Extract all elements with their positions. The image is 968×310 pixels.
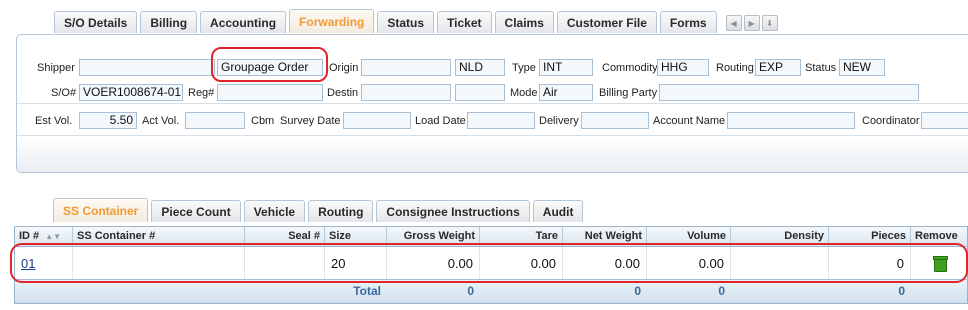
origin-label: Origin bbox=[329, 62, 359, 74]
tab-audit[interactable]: Audit bbox=[532, 200, 584, 222]
tab-so-details[interactable]: S/O Details bbox=[54, 11, 138, 33]
cbm-label: Cbm bbox=[251, 115, 275, 127]
so-number-input[interactable]: VOER1008674-01 bbox=[79, 84, 183, 101]
tab-nav-arrows: ◀ ▶ ⬇ bbox=[725, 13, 780, 33]
mode-input[interactable]: Air bbox=[539, 84, 593, 101]
tab-ticket[interactable]: Ticket bbox=[437, 11, 492, 33]
delivery-label: Delivery bbox=[539, 115, 579, 127]
tab-accounting[interactable]: Accounting bbox=[200, 11, 287, 33]
load-date-input[interactable] bbox=[467, 112, 535, 129]
panel-divider bbox=[17, 103, 968, 104]
billing-party-label: Billing Party bbox=[599, 87, 658, 99]
status-input[interactable]: NEW bbox=[839, 59, 885, 76]
origin-input[interactable] bbox=[361, 59, 451, 76]
tab-billing[interactable]: Billing bbox=[140, 11, 198, 33]
tab-piece-count[interactable]: Piece Count bbox=[151, 200, 241, 222]
row-highlight bbox=[10, 243, 968, 283]
act-vol-label: Act Vol. bbox=[142, 115, 180, 127]
load-date-label: Load Date bbox=[415, 115, 466, 127]
delivery-input[interactable] bbox=[581, 112, 649, 129]
routing-label: Routing bbox=[716, 62, 754, 74]
arrow-left-icon[interactable]: ◀ bbox=[725, 15, 742, 31]
account-name-label: Account Name bbox=[653, 115, 726, 127]
total-net-weight: 0 bbox=[634, 284, 641, 298]
tab-customer-file[interactable]: Customer File bbox=[556, 11, 657, 33]
so-number-label: S/O# bbox=[51, 87, 77, 99]
groupage-highlight bbox=[211, 47, 328, 82]
shipper-input[interactable] bbox=[79, 59, 215, 76]
account-name-input[interactable] bbox=[727, 112, 855, 129]
status-label: Status bbox=[805, 62, 837, 74]
mode-label: Mode bbox=[510, 87, 538, 99]
panel-footer bbox=[17, 135, 968, 172]
shipper-label: Shipper bbox=[37, 62, 75, 74]
est-vol-input[interactable]: 5.50 bbox=[79, 112, 137, 129]
tab-routing[interactable]: Routing bbox=[308, 200, 374, 222]
forwarding-form-panel: Shipper Groupage Order Origin NLD Type I… bbox=[16, 34, 968, 173]
type-input[interactable]: INT bbox=[539, 59, 593, 76]
tab-forms[interactable]: Forms bbox=[659, 11, 717, 33]
survey-date-input[interactable] bbox=[343, 112, 411, 129]
coordinator-input[interactable] bbox=[921, 112, 968, 129]
reg-number-label: Reg# bbox=[188, 87, 215, 99]
arrow-down-icon[interactable]: ⬇ bbox=[761, 15, 778, 31]
reg-number-input[interactable] bbox=[217, 84, 323, 101]
total-volume: 0 bbox=[718, 284, 725, 298]
bottom-tab-bar: SS Container Piece Count Vehicle Routing… bbox=[53, 198, 586, 222]
tab-ss-container[interactable]: SS Container bbox=[53, 198, 149, 222]
routing-input[interactable]: EXP bbox=[755, 59, 801, 76]
destin-code-input[interactable] bbox=[455, 84, 505, 101]
destin-label: Destin bbox=[327, 87, 359, 99]
coordinator-label: Coordinator bbox=[862, 115, 920, 127]
act-vol-input[interactable] bbox=[185, 112, 245, 129]
destin-input[interactable] bbox=[361, 84, 451, 101]
est-vol-label: Est Vol. bbox=[35, 115, 73, 127]
origin-code-input[interactable]: NLD bbox=[455, 59, 505, 76]
commodity-label: Commodity bbox=[602, 62, 658, 74]
tab-consignee-instructions[interactable]: Consignee Instructions bbox=[376, 200, 530, 222]
billing-party-input[interactable] bbox=[659, 84, 919, 101]
top-tab-bar: S/O Details Billing Accounting Forwardin… bbox=[54, 9, 780, 33]
total-gross-weight: 0 bbox=[467, 284, 474, 298]
tab-status[interactable]: Status bbox=[377, 11, 435, 33]
total-pieces: 0 bbox=[898, 284, 905, 298]
tab-forwarding[interactable]: Forwarding bbox=[289, 9, 375, 33]
survey-date-label: Survey Date bbox=[280, 115, 341, 127]
col-id-label: ID # bbox=[19, 230, 40, 242]
arrow-right-icon[interactable]: ▶ bbox=[743, 15, 760, 31]
commodity-input[interactable]: HHG bbox=[657, 59, 709, 76]
total-label: Total bbox=[353, 284, 381, 298]
tab-vehicle[interactable]: Vehicle bbox=[243, 200, 306, 222]
type-label: Type bbox=[512, 62, 536, 74]
tab-claims[interactable]: Claims bbox=[494, 11, 554, 33]
